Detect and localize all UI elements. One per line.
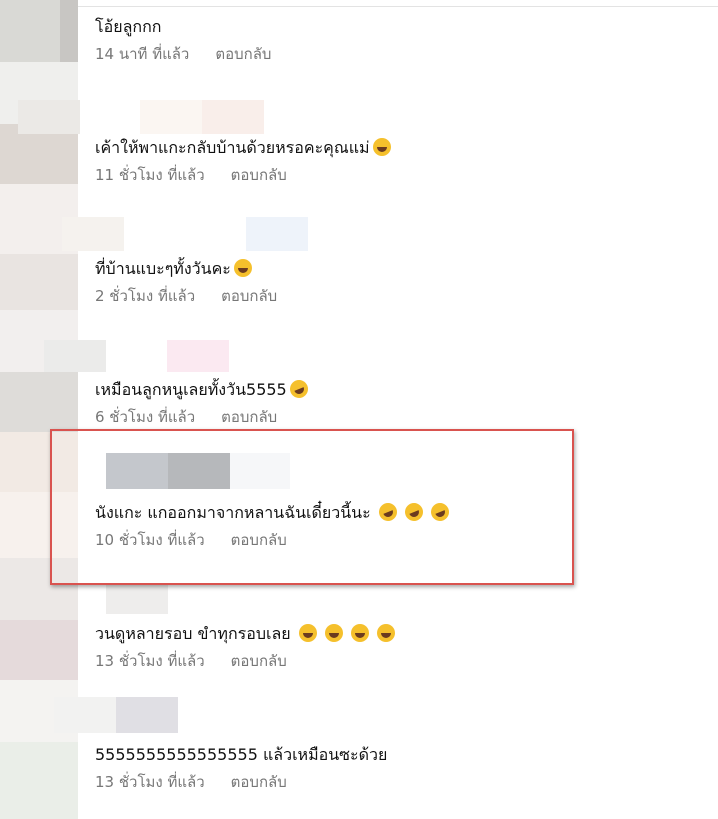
reply-link[interactable]: ตอบกลับ [221,287,277,305]
comment-item: เค้าให้พาแกะกลับบ้านด้วยหรอคะคุณแม่ 11 ช… [95,137,391,185]
laughing-emoji-icon [324,624,343,642]
comment-meta: 2 ชั่วโมง ที่แล้ว ตอบกลับ [95,286,277,306]
comment-item: ที่บ้านแบะๆทั้งวันคะ 2 ชั่วโมง ที่แล้ว ตอ… [95,258,277,306]
comment-item: เหมือนลูกหนูเลยทั้งวัน5555 6 ชั่วโมง ที่… [95,377,311,427]
comment-text: 5555555555555555 แล้วเหมือนซะด้วย [95,744,387,766]
reply-link[interactable]: ตอบกลับ [231,652,287,670]
reply-link[interactable]: ตอบกลับ [215,45,271,63]
comment-time: 13 ชั่วโมง ที่แล้ว [95,652,205,670]
comment-text: เค้าให้พาแกะกลับบ้านด้วยหรอคะคุณแม่ [95,137,391,159]
blurred-name [116,697,178,733]
rofl-emoji-icon [287,377,311,401]
blurred-name [62,217,124,251]
top-divider [78,6,718,7]
comment-text: วนดูหลายรอบ ขำทุกรอบเลย [95,623,396,645]
comment-text-content: โอ้ยลูกกก [95,17,162,36]
laughing-emoji-icon [377,624,396,642]
comment-time: 2 ชั่วโมง ที่แล้ว [95,287,196,305]
reply-link[interactable]: ตอบกลับ [231,773,287,791]
comment-text-content: ที่บ้านแบะๆทั้งวันคะ [95,259,231,278]
blurred-name [54,697,116,733]
comment-time: 11 ชั่วโมง ที่แล้ว [95,166,205,184]
blurred-name [106,584,168,614]
highlight-box [50,429,574,585]
comment-meta: 13 ชั่วโมง ที่แล้ว ตอบกลับ [95,772,387,792]
comment-text: เหมือนลูกหนูเลยทั้งวัน5555 [95,377,311,401]
comment-time: 14 นาที ที่แล้ว [95,45,190,63]
blurred-name [44,340,106,372]
comment-text: ที่บ้านแบะๆทั้งวันคะ [95,258,277,280]
blurred-name [18,100,80,134]
blurred-name [246,217,308,251]
comment-text-content: 5555555555555555 แล้วเหมือนซะด้วย [95,745,388,764]
laughing-emoji-icon [350,624,369,642]
blurred-name [167,340,229,372]
laughing-emoji-icon [233,259,252,277]
comment-item: 5555555555555555 แล้วเหมือนซะด้วย 13 ชั่… [95,744,387,792]
laughing-emoji-icon [298,624,317,642]
comment-meta: 14 นาที ที่แล้ว ตอบกลับ [95,44,271,64]
comment-text-content: วนดูหลายรอบ ขำทุกรอบเลย [95,624,291,643]
comment-time: 13 ชั่วโมง ที่แล้ว [95,773,205,791]
blurred-name [202,100,264,134]
comment-item: โอ้ยลูกกก 14 นาที ที่แล้ว ตอบกลับ [95,16,271,64]
comment-item: วนดูหลายรอบ ขำทุกรอบเลย 13 ชั่วโมง ที่แล… [95,623,396,671]
laughing-emoji-icon [372,138,391,156]
comment-time: 6 ชั่วโมง ที่แล้ว [95,408,196,426]
comment-meta: 13 ชั่วโมง ที่แล้ว ตอบกลับ [95,651,395,671]
comment-text-content: เค้าให้พาแกะกลับบ้านด้วยหรอคะคุณแม่ [95,138,370,157]
reply-link[interactable]: ตอบกลับ [221,408,277,426]
comment-text: โอ้ยลูกกก [95,16,271,38]
reply-link[interactable]: ตอบกลับ [231,166,287,184]
comment-meta: 6 ชั่วโมง ที่แล้ว ตอบกลับ [95,407,308,427]
blurred-name [140,100,202,134]
comment-text-content: เหมือนลูกหนูเลยทั้งวัน5555 [95,380,287,399]
comment-meta: 11 ชั่วโมง ที่แล้ว ตอบกลับ [95,165,391,185]
